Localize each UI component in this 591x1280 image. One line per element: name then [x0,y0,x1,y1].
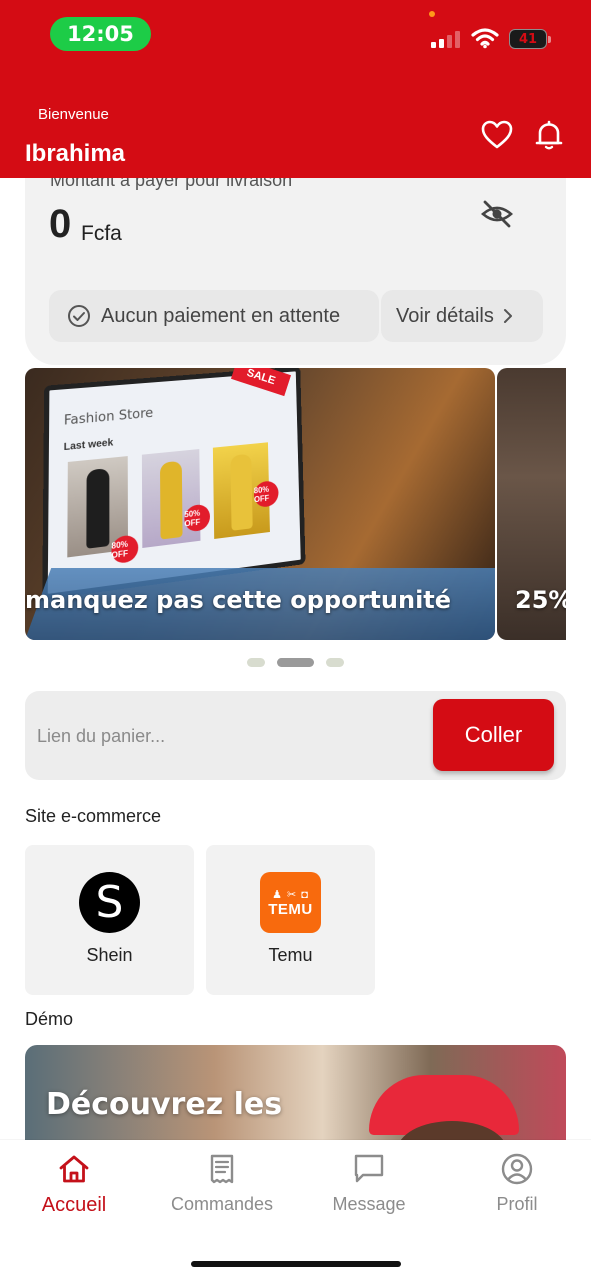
bottom-navigation: Accueil Commandes Message Profil [0,1140,591,1280]
paste-button[interactable]: Coller [433,699,554,771]
pending-payment-status: Aucun paiement en attente [49,290,379,342]
shop-name: Shein [86,945,133,965]
demo-video-banner[interactable]: Découvrez les [25,1045,566,1145]
view-details-button[interactable]: Voir détails [381,290,543,342]
view-details-label: Voir détails [396,304,494,327]
hide-balance-eye-icon[interactable] [480,197,514,231]
nav-item-accueil[interactable]: Accueil [9,1152,139,1222]
carousel-dot[interactable] [247,658,265,667]
home-icon [59,1155,89,1183]
banner-store-title: Fashion Store [63,405,154,429]
status-time: 12:05 [50,17,151,51]
cart-link-input[interactable] [37,719,427,753]
discount-badge: 80% OFF [253,479,279,509]
nav-label: Commandes [170,1194,274,1214]
signal-icon [431,30,460,48]
promo-banner-next[interactable]: 25% [497,368,566,640]
discount-badge: 50% OFF [184,503,211,533]
balance-amount: 0 [49,202,72,246]
battery-icon: 41 [509,29,551,49]
balance-card: Montant à payer pour livraison 0 Fcfa Au… [25,150,566,365]
nav-label: Profil [496,1194,538,1214]
nav-label: Accueil [41,1194,107,1216]
privacy-indicator [429,11,435,17]
favorites-heart-icon[interactable] [480,118,514,152]
laptop-screen-image: Fashion Store Last week 80% OFF 50% OFF … [42,368,306,600]
shop-card-shein[interactable]: S Shein [25,845,194,995]
chat-icon [354,1154,384,1183]
nav-label: Message [332,1194,406,1214]
demo-banner-title: Découvrez les [46,1087,283,1122]
temu-logo-icon: ♟ ✂ ◘ TEMU [260,872,321,933]
carousel-indicator [247,658,344,667]
cart-link-box: Coller [25,691,566,780]
banner-caption: manquez pas cette opportunité [25,586,452,614]
user-icon [501,1153,533,1185]
home-indicator[interactable] [191,1261,401,1267]
nav-item-message[interactable]: Message [304,1152,434,1222]
notifications-bell-icon[interactable] [532,118,566,152]
welcome-text: Bienvenue [38,106,109,123]
demo-section-title: Démo [25,1009,74,1029]
username: Ibrahima [25,140,126,167]
nav-item-commandes[interactable]: Commandes [157,1152,287,1222]
receipt-icon [210,1154,234,1184]
check-circle-icon [68,305,90,327]
pending-payment-text: Aucun paiement en attente [101,304,341,327]
shop-card-temu[interactable]: ♟ ✂ ◘ TEMU Temu [206,845,375,995]
shop-name: Temu [268,945,313,965]
product-image [141,449,201,549]
nav-item-profil[interactable]: Profil [452,1152,582,1222]
app-header: 12:05 41 Bienvenue Ibrahima [0,0,591,178]
shein-logo-icon: S [79,872,140,933]
promo-banner[interactable]: Fashion Store Last week 80% OFF 50% OFF … [25,368,495,640]
ecommerce-section-title: Site e-commerce [25,806,162,826]
chevron-right-icon [503,309,512,323]
banner-caption: 25% [515,586,566,614]
carousel-dot[interactable] [326,658,344,667]
banner-week-label: Last week [63,437,114,454]
wifi-icon [471,28,499,49]
carousel-dot-active[interactable] [277,658,314,667]
balance-currency: Fcfa [81,222,122,245]
